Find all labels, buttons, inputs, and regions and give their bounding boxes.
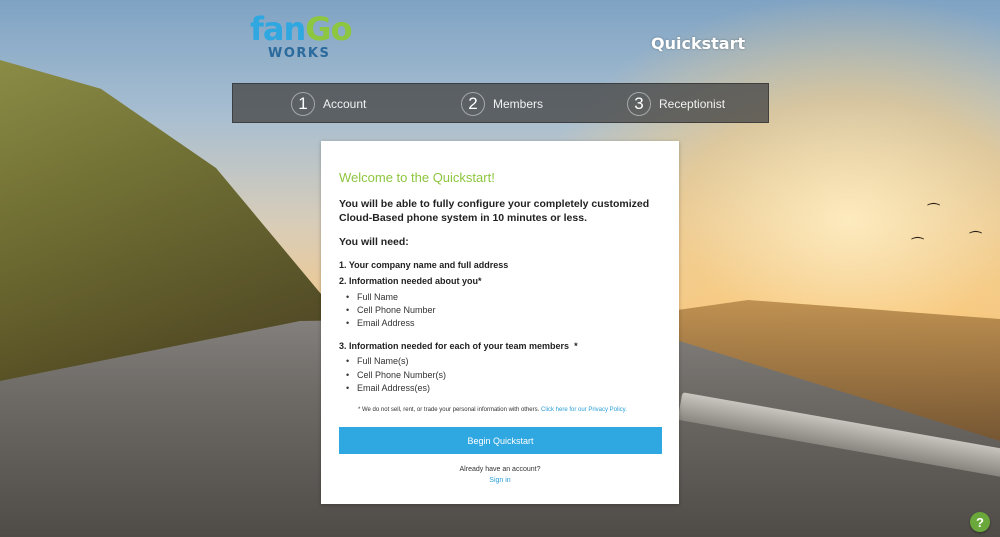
need-heading: You will need: [339,236,409,248]
logo-subtext: WORKS [268,46,331,61]
step-number: 1 [291,92,315,116]
list-item: Email Address(es) [346,383,430,393]
begin-quickstart-button[interactable]: Begin Quickstart [339,427,662,454]
bird-icon: ⁀ [928,204,940,220]
page-title: Quickstart [651,34,746,53]
privacy-text: * We do not sell, rent, or trade your pe… [358,407,540,413]
step-bar: 1 Account 2 Members 3 Receptionist [232,83,769,123]
list-item: Full Name [346,292,398,302]
requirement-team-members: 3. Information needed for each of your t… [339,341,578,351]
requirement-label: 2. Information needed about you [339,276,479,286]
step-label: Receptionist [659,97,726,111]
list-item: Full Name(s) [346,356,408,366]
step-members: 2 Members [461,92,543,116]
bird-icon: ⁀ [912,238,924,254]
bird-icon: ⁀ [970,232,982,248]
step-receptionist: 3 Receptionist [627,92,725,116]
help-icon[interactable]: ? [970,512,990,532]
list-item: Cell Phone Number(s) [346,370,446,380]
step-account: 1 Account [291,92,366,116]
step-number: 3 [627,92,651,116]
welcome-heading: Welcome to the Quickstart! [339,170,495,185]
step-label: Members [493,97,544,111]
logo-wordmark: fanGo [250,12,360,46]
requirement-about-you: 2. Information needed about you* [339,276,482,286]
list-item: Email Address [346,318,414,328]
required-star: * [574,341,578,351]
sign-in-link[interactable]: Sign in [321,477,679,484]
quickstart-card: Welcome to the Quickstart! You will be a… [321,141,679,504]
privacy-policy-link[interactable]: Click here for our Privacy Policy. [541,407,627,413]
requirement-company: 1. Your company name and full address [339,260,509,270]
list-item: Cell Phone Number [346,305,435,315]
logo-text-go: Go [305,10,352,48]
intro-text: You will be able to fully configure your… [339,198,650,224]
step-number: 2 [461,92,485,116]
required-star: * [478,276,482,286]
fango-works-logo[interactable]: fanGo WORKS [250,12,360,64]
privacy-note: * We do not sell, rent, or trade your pe… [358,407,627,413]
logo-text-fan: fan [250,10,306,48]
have-account-text: Already have an account? [459,466,541,473]
requirement-label: 3. Information needed for each of your t… [339,341,570,351]
step-label: Account [323,97,367,111]
